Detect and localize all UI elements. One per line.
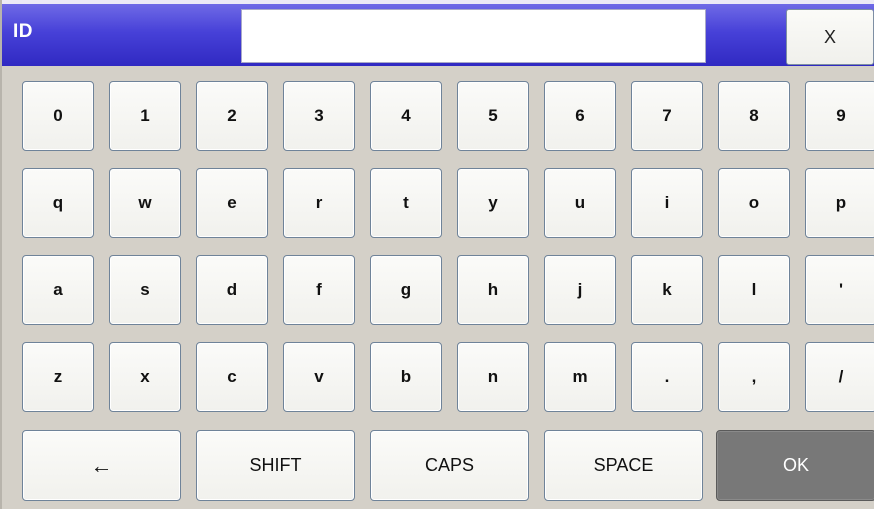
key-2[interactable]: 2 <box>196 81 268 151</box>
key-q[interactable]: q <box>22 168 94 238</box>
key-b[interactable]: b <box>370 342 442 412</box>
backspace-button[interactable]: ← <box>22 430 181 501</box>
key-w[interactable]: w <box>109 168 181 238</box>
key-t[interactable]: t <box>370 168 442 238</box>
close-button[interactable]: X <box>786 9 874 65</box>
key-i[interactable]: i <box>631 168 703 238</box>
shift-button[interactable]: SHIFT <box>196 430 355 501</box>
key-l[interactable]: l <box>718 255 790 325</box>
key-period[interactable]: . <box>631 342 703 412</box>
key-6[interactable]: 6 <box>544 81 616 151</box>
title-bar: ID X <box>2 0 874 66</box>
key-g[interactable]: g <box>370 255 442 325</box>
key-comma[interactable]: , <box>718 342 790 412</box>
ok-button[interactable]: OK <box>716 430 874 501</box>
id-input[interactable] <box>241 9 706 63</box>
key-0[interactable]: 0 <box>22 81 94 151</box>
key-u[interactable]: u <box>544 168 616 238</box>
key-h[interactable]: h <box>457 255 529 325</box>
key-slash[interactable]: / <box>805 342 874 412</box>
key-r[interactable]: r <box>283 168 355 238</box>
key-1[interactable]: 1 <box>109 81 181 151</box>
key-x[interactable]: x <box>109 342 181 412</box>
key-z[interactable]: z <box>22 342 94 412</box>
key-o[interactable]: o <box>718 168 790 238</box>
key-p[interactable]: p <box>805 168 874 238</box>
key-k[interactable]: k <box>631 255 703 325</box>
key-7[interactable]: 7 <box>631 81 703 151</box>
caps-button[interactable]: CAPS <box>370 430 529 501</box>
key-j[interactable]: j <box>544 255 616 325</box>
key-v[interactable]: v <box>283 342 355 412</box>
key-c[interactable]: c <box>196 342 268 412</box>
key-4[interactable]: 4 <box>370 81 442 151</box>
onscreen-keyboard: ID X 0 1 2 3 4 5 6 7 8 9 q w e r t y u i… <box>0 0 874 509</box>
key-3[interactable]: 3 <box>283 81 355 151</box>
key-5[interactable]: 5 <box>457 81 529 151</box>
key-m[interactable]: m <box>544 342 616 412</box>
key-area: 0 1 2 3 4 5 6 7 8 9 q w e r t y u i o p … <box>2 66 874 509</box>
space-button[interactable]: SPACE <box>544 430 703 501</box>
key-apostrophe[interactable]: ' <box>805 255 874 325</box>
key-d[interactable]: d <box>196 255 268 325</box>
key-n[interactable]: n <box>457 342 529 412</box>
key-s[interactable]: s <box>109 255 181 325</box>
key-a[interactable]: a <box>22 255 94 325</box>
key-f[interactable]: f <box>283 255 355 325</box>
key-9[interactable]: 9 <box>805 81 874 151</box>
key-y[interactable]: y <box>457 168 529 238</box>
field-label: ID <box>13 21 33 42</box>
key-8[interactable]: 8 <box>718 81 790 151</box>
key-e[interactable]: e <box>196 168 268 238</box>
